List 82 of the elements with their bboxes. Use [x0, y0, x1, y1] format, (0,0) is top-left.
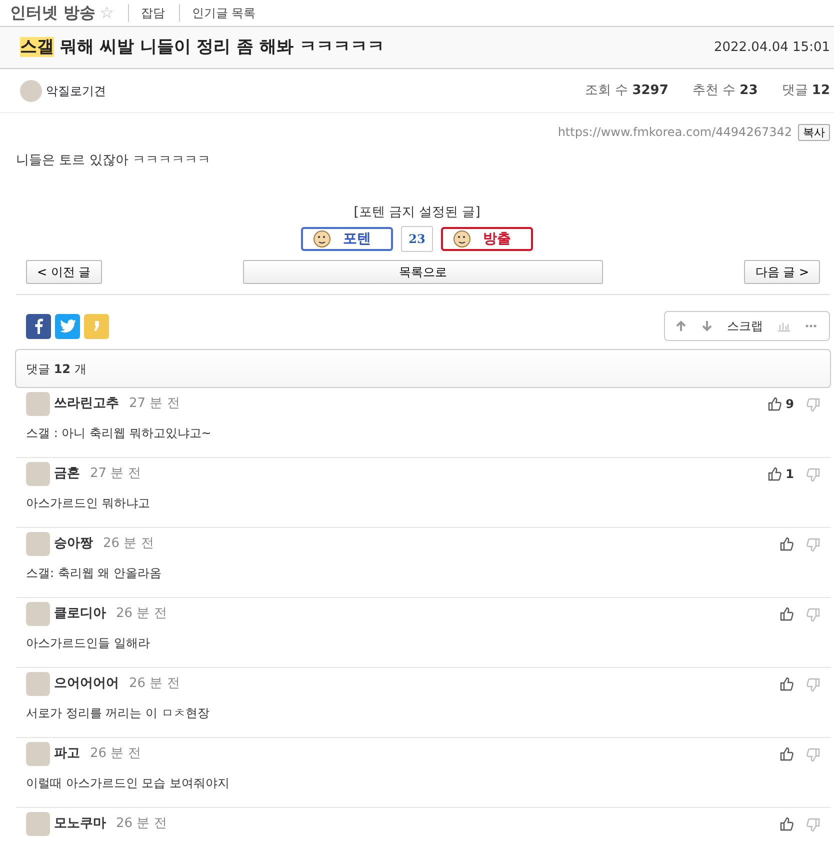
thumbs-up-icon — [766, 397, 782, 411]
next-post-button[interactable]: 다음 글 > — [744, 260, 820, 284]
thumbs-down-icon — [806, 398, 821, 412]
thumbs-down-icon — [806, 748, 821, 762]
commenter-name[interactable]: 클로디아 — [54, 604, 106, 624]
board-link[interactable]: 잡담 — [128, 4, 165, 22]
avatar-placeholder — [26, 392, 50, 416]
post-body: 니들은 토르 있잖아 ㅋㅋㅋㅋㅋㅋ — [15, 152, 212, 170]
share-button[interactable] — [84, 314, 109, 338]
commenter-name[interactable]: 모노쿠마 — [54, 814, 106, 834]
post-url[interactable]: https://www.fmkorea.com/4494267342 — [558, 123, 792, 141]
author-link[interactable]: 악질로기견 — [46, 82, 106, 100]
list-button[interactable]: 목록으로 — [243, 260, 603, 284]
vote-count: 23 — [401, 226, 433, 252]
comment-text: 아스가르드인 뭐하냐고 — [26, 495, 151, 512]
scrap-button[interactable]: 스크랩 — [727, 317, 763, 335]
commenter-name[interactable]: 파고 — [54, 744, 80, 764]
comment-text: 서로가 정리를 꺼리는 이 ㅁㅊ현장 — [26, 705, 210, 722]
thumbs-down-icon — [806, 608, 821, 622]
post-date: 2022.04.04 15:01 — [714, 38, 830, 57]
facebook-button[interactable] — [26, 314, 51, 338]
comment-text: 스갤 : 아니 축리웹 뭐하고있냐고~ — [26, 425, 212, 442]
comment-text: 이럴때 아스가르드인 모습 보여줘야지 — [26, 775, 230, 792]
like-button[interactable]: 9 — [766, 395, 794, 413]
comment-count: 댓글 12 개 — [26, 360, 86, 378]
like-button[interactable] — [779, 537, 794, 551]
thumbs-up-icon — [779, 537, 794, 551]
thumbs-up-icon — [766, 467, 782, 481]
comment-time: 26 분 전 — [90, 745, 141, 764]
commenter-name[interactable]: 승아짱 — [54, 534, 93, 554]
commenter-name[interactable]: 금혼 — [54, 464, 80, 484]
downvote-button[interactable]: 방출 — [441, 227, 533, 251]
vote-notice: [포텐 금지 설정된 글] — [354, 204, 480, 222]
bird-icon — [60, 319, 76, 333]
avatar-placeholder — [26, 672, 50, 696]
thumbs-down-icon — [806, 818, 821, 832]
like-count: 1 — [786, 466, 794, 483]
avatar-placeholder — [26, 532, 50, 556]
comment-time: 27 분 전 — [129, 395, 180, 414]
comment-time: 26 분 전 — [103, 535, 154, 554]
post-title: 스갤 뭐해 씨발 니들이 정리 좀 해봐 ㅋㅋㅋㅋㅋ — [20, 36, 384, 59]
avatar-placeholder — [26, 462, 50, 486]
board-title: 인터넷 방송 — [10, 2, 96, 24]
post-stat: 추천 수 23 — [692, 82, 758, 100]
like-button[interactable] — [779, 817, 794, 831]
comment-time: 26 분 전 — [116, 605, 167, 624]
thumbs-up-icon — [779, 747, 794, 761]
thumbs-down-icon — [806, 538, 821, 552]
more-icon — [805, 324, 817, 328]
commenter-name[interactable]: 으어어어어 — [54, 674, 119, 694]
like-button[interactable] — [779, 607, 794, 621]
bar-chart-icon — [777, 320, 791, 332]
upvote-button[interactable]: 포텐 — [301, 227, 393, 251]
copy-button[interactable]: 복사 — [798, 124, 830, 140]
thumbs-down-icon — [806, 468, 821, 482]
like-button[interactable] — [779, 747, 794, 761]
comma-icon — [94, 321, 100, 331]
like-button[interactable] — [779, 677, 794, 691]
post-stat: 댓글 12 — [782, 82, 830, 100]
thumbs-up-icon — [779, 677, 794, 691]
like-button[interactable]: 1 — [766, 465, 794, 483]
avatar-placeholder — [26, 812, 50, 836]
comment-text: 아스가르드인들 일해라 — [26, 635, 151, 652]
arrow-up-icon — [675, 320, 687, 332]
twitter-button[interactable] — [55, 314, 80, 338]
like-count: 9 — [786, 396, 794, 413]
thumbs-up-icon — [779, 817, 794, 831]
avatar-placeholder — [20, 80, 42, 102]
arrow-down-icon — [701, 320, 713, 332]
prev-post-button[interactable]: < 이전 글 — [26, 260, 102, 284]
board-link[interactable]: 인기글 목록 — [178, 4, 256, 22]
comment-text: 스갤: 축리웹 왜 안올라옴 — [26, 565, 162, 582]
comment-time: 26 분 전 — [116, 815, 167, 834]
thumbs-down-icon — [806, 678, 821, 692]
post-stat: 조회 수 3297 — [584, 82, 668, 100]
comment-time: 26 분 전 — [129, 675, 180, 694]
avatar-placeholder — [26, 602, 50, 626]
facebook-icon — [34, 318, 44, 334]
comment-time: 27 분 전 — [90, 465, 141, 484]
thumbs-up-icon — [779, 607, 794, 621]
commenter-name[interactable]: 쓰라린고추 — [54, 394, 119, 414]
avatar-placeholder — [26, 742, 50, 766]
